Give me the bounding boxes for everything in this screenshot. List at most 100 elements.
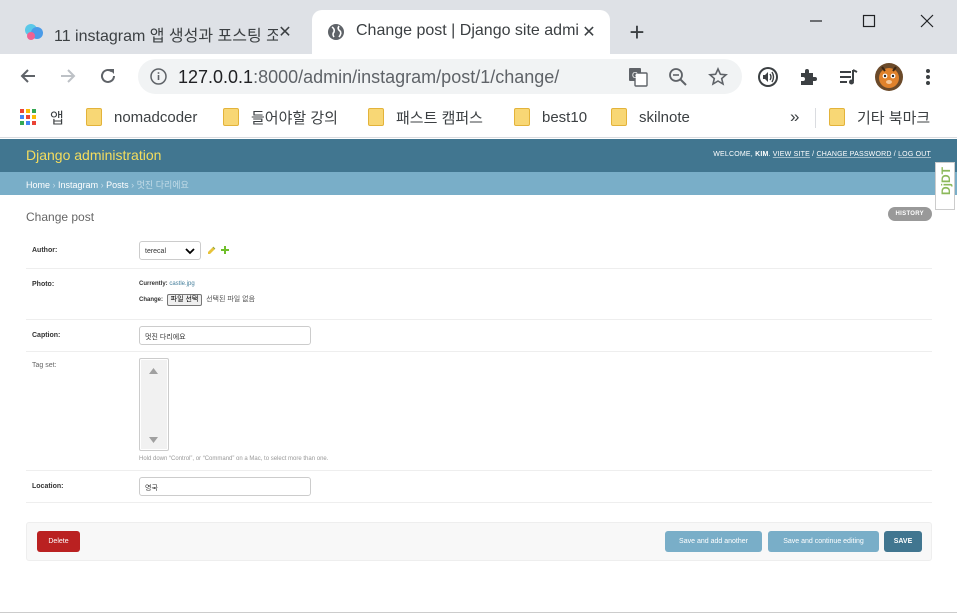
address-bar[interactable]: 127.0.0.1:8000/admin/instagram/post/1/ch… — [138, 59, 742, 94]
bookmark-other-folder[interactable]: 기타 북마크 — [829, 106, 930, 128]
site-info-icon[interactable] — [150, 68, 167, 85]
tag-set-label: Tag set: — [32, 362, 57, 369]
edit-related-pencil-icon[interactable] — [207, 246, 216, 255]
tag-set-multiselect[interactable] — [139, 358, 169, 451]
scroll-down-icon[interactable] — [149, 437, 158, 443]
username: KIM — [755, 151, 769, 158]
submit-row: Delete Save and add another Save and con… — [26, 522, 932, 561]
save-add-another-button[interactable]: Save and add another — [665, 531, 762, 552]
breadcrumb-separator: › — [100, 180, 104, 190]
delete-button[interactable]: Delete — [37, 531, 80, 552]
bookmark-label: nomadcoder — [114, 108, 198, 126]
caption-input[interactable]: 멋진 다리에요 — [139, 326, 311, 345]
location-label: Location: — [32, 483, 64, 490]
url-text[interactable]: 127.0.0.1:8000/admin/instagram/post/1/ch… — [178, 67, 559, 88]
minimize-icon — [810, 20, 822, 22]
welcome-text: WELCOME, — [713, 151, 753, 158]
site-branding[interactable]: Django administration — [26, 147, 161, 163]
location-input[interactable]: 영국 — [139, 477, 311, 496]
save-continue-button[interactable]: Save and continue editing — [768, 531, 879, 552]
folder-icon — [223, 108, 239, 126]
bookmark-folder[interactable]: nomadcoder — [86, 106, 197, 128]
bookmarks-bar: 앱 nomadcoder 들어야할 강의 패스트 캠퍼스 best10 skil… — [0, 98, 957, 138]
new-tab-button[interactable]: + — [624, 19, 650, 46]
reload-icon — [101, 68, 115, 83]
photo-change: Change: 파일 선택 선택된 파일 없음 — [139, 294, 255, 306]
bookmark-label: 들어야할 강의 — [251, 109, 338, 127]
breadcrumb-separator: › — [52, 180, 56, 190]
breadcrumb-app[interactable]: Instagram — [58, 180, 98, 190]
bookmark-label: skilnote — [639, 108, 690, 126]
debug-toolbar-handle[interactable]: DjDT — [935, 162, 955, 210]
user-tools: WELCOME, KIM. VIEW SITE / CHANGE PASSWOR… — [713, 151, 931, 158]
forward-button[interactable] — [54, 62, 82, 90]
breadcrumb-home[interactable]: Home — [26, 180, 50, 190]
audio-icon[interactable] — [756, 65, 780, 89]
breadcrumb: Home › Instagram › Posts › 멋진 다리에요 — [0, 172, 957, 195]
bookmark-folder[interactable]: 패스트 캠퍼스 — [368, 106, 483, 128]
maximize-button[interactable] — [846, 6, 892, 36]
author-select-value: terecal — [145, 248, 167, 255]
zoom-icon[interactable] — [668, 67, 688, 87]
chevron-down-icon — [185, 248, 195, 255]
change-password-link[interactable]: CHANGE PASSWORD — [816, 151, 891, 158]
folder-icon — [86, 108, 102, 126]
bookmark-apps[interactable]: 앱 — [20, 106, 64, 128]
reload-button[interactable] — [94, 62, 122, 90]
file-choose-button[interactable]: 파일 선택 — [166, 294, 203, 306]
browser-tab-strip: 11 instagram 앱 생성과 포스팅 조회 ✕ Change post … — [0, 0, 957, 54]
folder-icon — [829, 108, 845, 126]
bookmark-label: 앱 — [50, 109, 64, 127]
current-file-link[interactable]: castle.jpg — [169, 281, 194, 287]
bookmark-folder[interactable]: skilnote — [611, 106, 690, 128]
breadcrumb-model[interactable]: Posts — [106, 180, 129, 190]
minimize-button[interactable] — [793, 6, 839, 36]
forward-arrow-icon — [61, 69, 76, 83]
media-control-icon[interactable] — [836, 65, 860, 89]
bookmark-label: 패스트 캠퍼스 — [396, 109, 483, 127]
extensions-icon[interactable] — [796, 65, 820, 89]
close-window-button[interactable] — [904, 6, 950, 36]
change-label: Change: — [139, 297, 163, 303]
close-icon — [920, 14, 934, 28]
globe-icon — [328, 24, 344, 40]
admin-header: Django administration WELCOME, KIM. VIEW… — [0, 139, 957, 172]
bookmark-star-icon[interactable] — [708, 67, 728, 87]
tab-close-icon[interactable]: ✕ — [274, 21, 296, 43]
author-select[interactable]: terecal — [139, 241, 201, 260]
url-path: :8000/admin/instagram/post/1/change/ — [253, 67, 560, 87]
debug-toolbar-label: DjDT — [939, 167, 953, 195]
log-out-link[interactable]: LOG OUT — [898, 151, 931, 158]
folder-icon — [611, 108, 627, 126]
browser-tab-active[interactable]: Change post | Django site admin ✕ — [312, 10, 610, 54]
caption-label: Caption: — [32, 332, 61, 339]
history-button[interactable]: HISTORY — [887, 207, 932, 221]
bookmarks-overflow-button[interactable]: » — [790, 106, 799, 128]
folder-icon — [514, 108, 530, 126]
menu-icon[interactable] — [916, 65, 940, 89]
svg-text:G: G — [632, 71, 638, 80]
breadcrumb-current: 멋진 다리에요 — [136, 180, 189, 190]
tab-favicon-icon — [25, 24, 43, 40]
apps-grid-icon — [20, 109, 36, 125]
page-title: Change post — [26, 210, 95, 224]
translate-icon[interactable]: G — [628, 67, 648, 87]
bookmark-folder[interactable]: best10 — [514, 106, 587, 128]
save-button[interactable]: SAVE — [884, 531, 922, 552]
author-label: Author: — [32, 247, 58, 254]
tab-title: Change post | Django site admin — [356, 22, 580, 39]
scroll-up-icon[interactable] — [149, 368, 158, 374]
bookmark-label: 기타 북마크 — [857, 109, 931, 127]
add-related-plus-icon[interactable] — [220, 245, 230, 255]
browser-tab[interactable]: 11 instagram 앱 생성과 포스팅 조회 ✕ — [10, 10, 306, 54]
photo-current: Currently: castle.jpg — [139, 281, 195, 287]
url-host: 127.0.0.1 — [178, 67, 254, 87]
back-button[interactable] — [14, 62, 42, 90]
maximize-icon — [862, 14, 876, 28]
folder-icon — [368, 108, 384, 126]
breadcrumb-separator: › — [131, 180, 135, 190]
bookmark-folder[interactable]: 들어야할 강의 — [223, 106, 338, 128]
profile-avatar[interactable] — [874, 62, 904, 92]
view-site-link[interactable]: VIEW SITE — [773, 151, 810, 158]
tab-close-icon[interactable]: ✕ — [578, 21, 600, 43]
